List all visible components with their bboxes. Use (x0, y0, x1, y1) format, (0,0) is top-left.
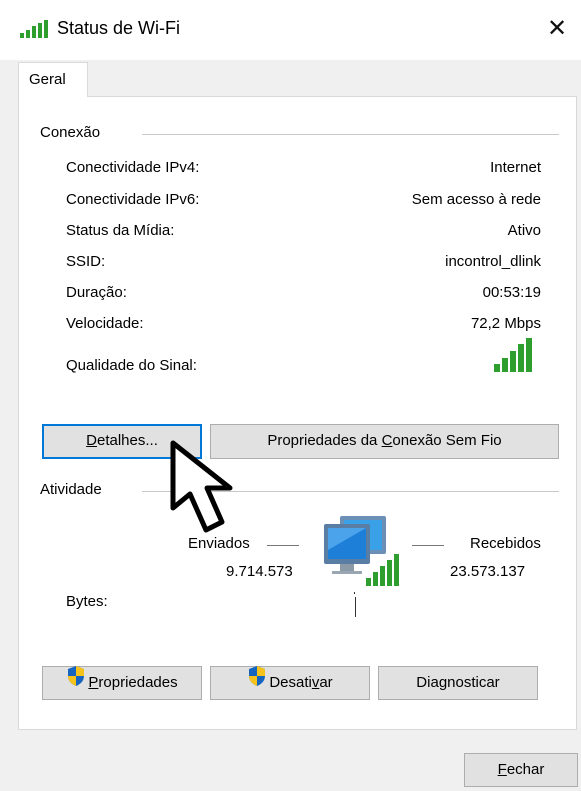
bytes-received-value: 23.573.137 (450, 563, 526, 580)
ssid-value: incontrol_dlink (445, 253, 541, 270)
close-button[interactable]: ✕ (533, 8, 581, 50)
tab-geral[interactable]: Geral (18, 62, 88, 97)
speed-label: Velocidade: (66, 315, 144, 332)
received-line (412, 545, 444, 546)
signal-bars-icon (494, 338, 534, 376)
close-icon: ✕ (546, 15, 568, 42)
shield-icon (66, 665, 86, 698)
connection-group-title: Conexão (40, 124, 111, 141)
diagnose-key: g (438, 674, 448, 691)
properties-key: P (88, 674, 99, 691)
network-computers-icon (318, 510, 414, 598)
received-label: Recebidos (470, 535, 541, 552)
properties-button[interactable]: Propriedades (42, 666, 202, 700)
mouse-cursor-icon (170, 440, 260, 540)
wireless-props-key: C (381, 432, 393, 449)
disable-button[interactable]: Desativar (210, 666, 370, 700)
window-title: Status de Wi-Fi (57, 18, 181, 38)
connection-divider (142, 134, 559, 135)
ssid-label: SSID: (66, 253, 106, 270)
duration-label: Duração: (66, 284, 127, 301)
details-key: D (86, 432, 97, 449)
diagnose-button[interactable]: Diagnosticar (378, 666, 538, 700)
close-dialog-button[interactable]: Fechar (464, 753, 578, 787)
signal-quality-label: Qualidade do Sinal: (66, 357, 197, 374)
details-post: etalhes... (96, 432, 158, 449)
ipv4-value: Internet (490, 159, 541, 176)
duration-value: 00:53:19 (482, 284, 541, 301)
media-status-value: Ativo (507, 222, 541, 239)
title-bar: Status de Wi-Fi ✕ (0, 0, 581, 60)
tab-label: Geral (29, 71, 66, 88)
media-status-label: Status da Mídia: (66, 222, 175, 239)
shield-icon (247, 665, 267, 698)
activity-indicator-line (355, 597, 356, 617)
diagnose-post: nosticar (447, 674, 500, 691)
activity-group-title: Atividade (40, 481, 112, 498)
close-post: echar (506, 761, 545, 778)
disable-pre: Desati (269, 674, 312, 691)
disable-post: ar (319, 674, 333, 691)
wifi-signal-icon (20, 20, 50, 42)
wireless-properties-button[interactable]: Propriedades da Conexão Sem Fio (210, 424, 559, 459)
close-key: F (497, 761, 507, 778)
sent-line (267, 545, 299, 546)
diagnose-pre: Dia (416, 674, 439, 691)
bytes-label: Bytes: (66, 593, 108, 610)
properties-post: ropriedades (98, 674, 178, 691)
ipv4-label: Conectividade IPv4: (66, 159, 200, 176)
wireless-props-post: onexão Sem Fio (392, 432, 502, 449)
wireless-props-pre: Propriedades da (267, 432, 382, 449)
ipv6-value: Sem acesso à rede (411, 191, 541, 208)
speed-value: 72,2 Mbps (470, 315, 541, 332)
bytes-sent-value: 9.714.573 (226, 563, 293, 580)
ipv6-label: Conectividade IPv6: (66, 191, 200, 208)
